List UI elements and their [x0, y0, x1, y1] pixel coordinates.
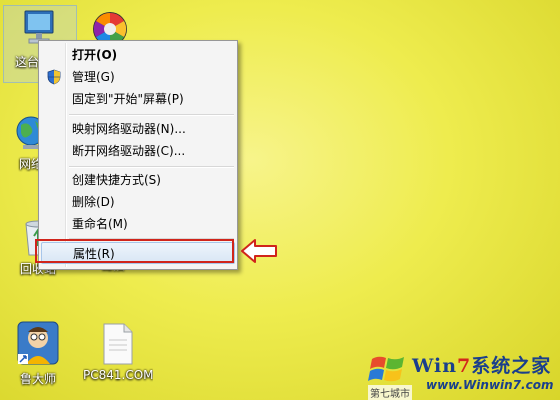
- menu-item-open[interactable]: 打开(O): [41, 44, 235, 66]
- menu-item-label: 创建快捷方式(S): [72, 173, 161, 187]
- watermark-title-suffix: 系统之家: [471, 355, 552, 377]
- shield-icon: [47, 69, 61, 85]
- menu-item-rename[interactable]: 重命名(M): [41, 213, 235, 235]
- desktop-icon-file[interactable]: PC841.COM: [83, 322, 153, 382]
- menu-separator: [69, 114, 234, 116]
- menu-item-label: 断开网络驱动器(C)...: [72, 144, 186, 158]
- watermark-badge: 第七城市: [368, 385, 412, 400]
- menu-item-label: 映射网络驱动器(N)...: [72, 122, 186, 136]
- file-icon: [103, 323, 133, 365]
- annotation-highlight-box: [35, 239, 234, 263]
- menu-item-label: 重命名(M): [72, 217, 128, 231]
- watermark-title-prefix: Win: [412, 355, 458, 377]
- watermark-logo: Win7系统之家 www.Winwin7.com 第七城市: [364, 349, 558, 400]
- menu-separator: [69, 166, 234, 168]
- context-menu: 打开(O) 管理(G) 固定到"开始"屏幕(P) 映射网络驱动器(N)... 断…: [38, 40, 238, 270]
- watermark-title: Win7系统之家: [412, 351, 551, 378]
- menu-item-delete[interactable]: 删除(D): [41, 191, 235, 213]
- ludashi-icon: [17, 321, 59, 365]
- menu-item-map-network-drive[interactable]: 映射网络驱动器(N)...: [41, 118, 235, 140]
- menu-item-label: 打开(O): [72, 48, 118, 62]
- menu-item-create-shortcut[interactable]: 创建快捷方式(S): [41, 169, 235, 191]
- menu-item-label: 删除(D): [72, 195, 115, 209]
- watermark-url: www.Winwin7.com: [426, 378, 554, 392]
- menu-item-disconnect-network-drive[interactable]: 断开网络驱动器(C)...: [41, 140, 235, 162]
- left-arrow-icon: [241, 239, 277, 263]
- windows-flag-icon: [368, 356, 404, 382]
- desktop-icon-ludashi[interactable]: 鲁大师: [10, 320, 66, 387]
- menu-item-pin-to-start[interactable]: 固定到"开始"屏幕(P): [41, 88, 235, 110]
- desktop-icon-label: 鲁大师: [19, 372, 56, 386]
- menu-item-label: 管理(G): [72, 70, 115, 84]
- menu-item-manage[interactable]: 管理(G): [41, 66, 235, 88]
- menu-item-label: 固定到"开始"屏幕(P): [72, 92, 184, 106]
- watermark-title-seven: 7: [457, 355, 472, 377]
- desktop-icon-label: PC841.COM: [83, 368, 153, 382]
